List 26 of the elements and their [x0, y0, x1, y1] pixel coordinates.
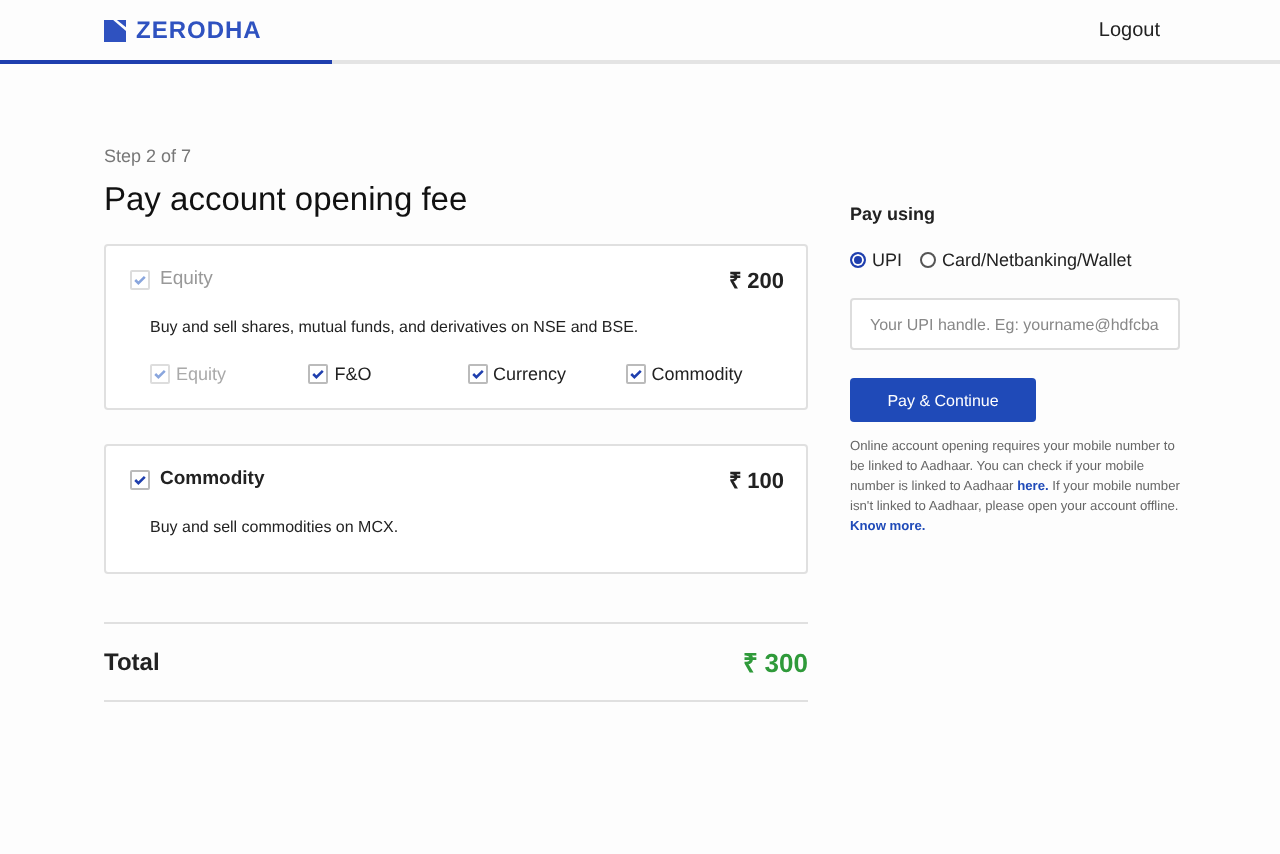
segment-label: Equity	[160, 268, 213, 290]
step-text: Step 2 of 7	[104, 146, 194, 166]
radio-button[interactable]	[850, 252, 866, 268]
segment-label: Commodity	[160, 468, 265, 490]
option-label: Commodity	[651, 364, 743, 384]
option-label: Currency	[493, 364, 567, 384]
pay-continue-button[interactable]: Pay & Continue	[850, 378, 1036, 422]
segment-price: ₹ 100	[729, 468, 784, 494]
logout-link[interactable]: Logout	[1098, 19, 1160, 41]
checkbox[interactable]	[130, 469, 150, 489]
radio-button[interactable]	[920, 252, 937, 268]
upi-input-field[interactable]: Your UPI handle. Eg: yourname@hdfcba	[850, 298, 1180, 350]
method-label: UPI	[872, 250, 903, 270]
total-label: Total	[104, 648, 160, 676]
zerodha-logo[interactable]: ZERODHA	[104, 16, 262, 44]
segment-description: Buy and sell commodities on MCX.	[150, 518, 401, 536]
total-amount: ₹ 300	[743, 646, 808, 680]
method-label: Card/Netbanking/Wallet	[942, 250, 1132, 270]
page-title: Pay account opening fee	[104, 182, 470, 220]
segment-price: ₹ 200	[729, 268, 784, 294]
option-label: Equity	[176, 364, 227, 384]
segment-description: Buy and sell shares, mutual funds, and derivatives on NSE and BSE.	[150, 318, 641, 336]
pay-using-heading: Pay using	[850, 204, 938, 224]
logo-icon	[104, 19, 126, 41]
logo-text: ZERODHA	[136, 16, 262, 44]
option-label: F&O	[334, 364, 372, 384]
